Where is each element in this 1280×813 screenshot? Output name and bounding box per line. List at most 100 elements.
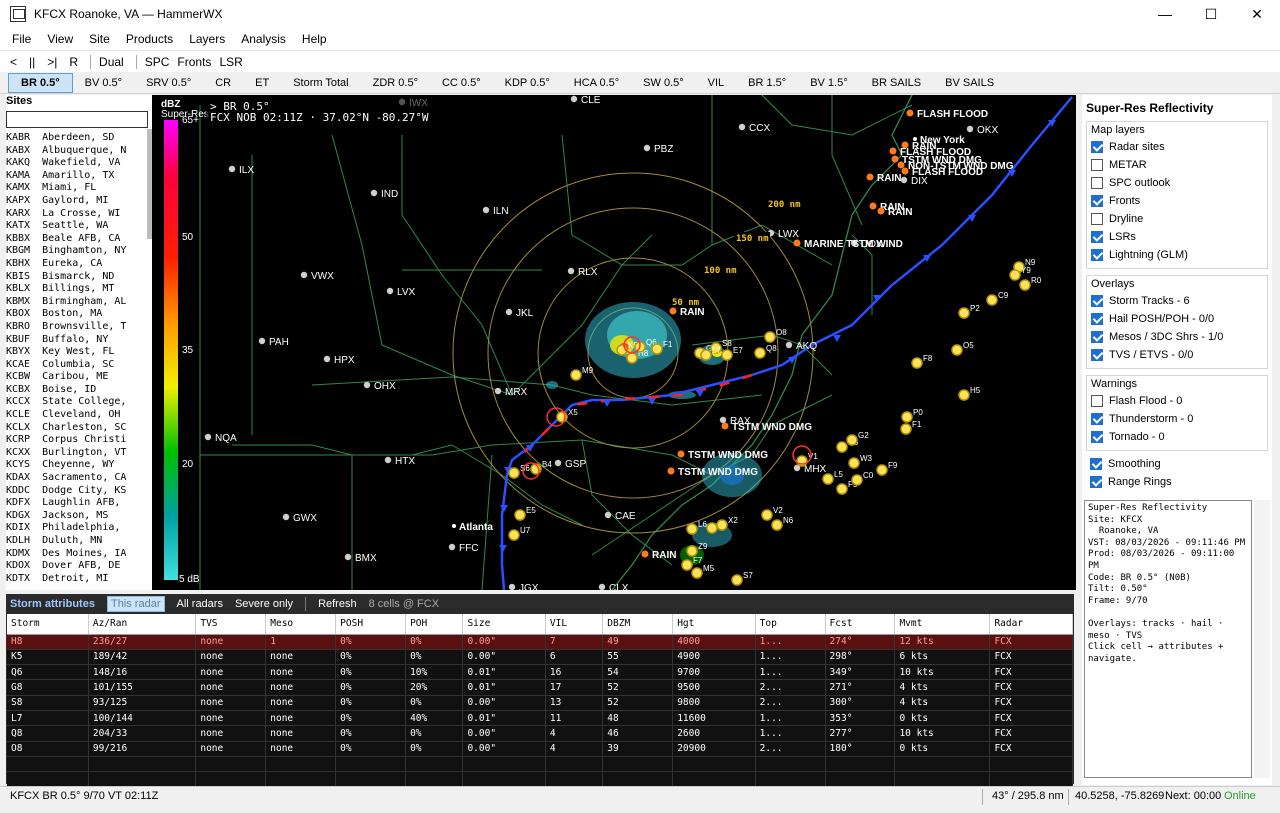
site-list-item[interactable]: KBIS Bismarck, ND [6,271,152,284]
column-header[interactable]: DBZM [602,614,674,635]
checkbox-box[interactable] [1091,313,1103,325]
storm-cell-marker[interactable] [691,567,703,579]
site-list-item[interactable]: KABX Albuquerque, N [6,145,152,158]
radar-site-marker[interactable] [204,433,212,441]
layer-checkbox[interactable]: Flash Flood - 0 [1091,392,1263,410]
info-scrollbar[interactable] [1254,500,1270,778]
layer-checkbox[interactable]: Tornado - 0 [1091,428,1263,446]
storm-cell-marker[interactable] [754,347,766,359]
site-list-item[interactable]: KAPX Gaylord, MI [6,195,152,208]
column-header[interactable]: POH [405,614,464,635]
site-list-item[interactable]: KABR Aberdeen, SD [6,132,152,145]
checkbox-box[interactable] [1091,413,1103,425]
storm-cell-marker[interactable] [570,369,582,381]
layer-checkbox[interactable]: LSRs [1091,228,1263,246]
range-rings-checkbox-box[interactable] [1090,476,1102,488]
layer-checkbox[interactable]: METAR [1091,156,1263,174]
layer-checkbox[interactable]: Lightning (GLM) [1091,246,1263,264]
storm-cell-marker[interactable] [626,352,638,364]
radar-site-marker[interactable] [228,165,236,173]
site-list-item[interactable]: KCBX Boise, ID [6,384,152,397]
radar-site-marker[interactable] [570,95,578,103]
column-header[interactable]: Size [462,614,546,635]
menu-view[interactable]: View [47,32,73,46]
site-list-item[interactable]: KCBW Caribou, ME [6,371,152,384]
layer-checkbox[interactable]: Hail POSH/POH - 0/0 [1091,310,1263,328]
lsr-marker[interactable] [866,173,874,181]
site-list-item[interactable]: KCLX Charleston, SC [6,422,152,435]
storm-cell-marker[interactable] [700,349,712,361]
column-header[interactable]: Storm [7,614,89,635]
checkbox-box[interactable] [1091,195,1103,207]
site-list-item[interactable]: KBBX Beale AFB, CA [6,233,152,246]
product-tab[interactable]: BR 1.5° [736,73,798,93]
site-list-item[interactable]: KDOX Dover AFB, DE [6,560,152,573]
checkbox-box[interactable] [1091,213,1103,225]
storm-cell-marker[interactable] [848,457,860,469]
storm-cell-marker[interactable] [836,483,848,495]
radar-site-marker[interactable] [508,583,516,590]
checkbox-box[interactable] [1091,395,1103,407]
site-list-item[interactable]: KBRO Brownsville, T [6,321,152,334]
storm-cell-marker[interactable] [508,467,520,479]
site-list-item[interactable]: KDAX Sacramento, CA [6,472,152,485]
site-search-input[interactable] [6,111,148,128]
column-header[interactable]: POSH [335,614,407,635]
product-tab[interactable]: BR 0.5° [8,72,73,93]
this-radar-button[interactable]: This radar [106,596,165,612]
site-list-item[interactable]: KAKQ Wakefield, VA [6,157,152,170]
storm-cell-marker[interactable] [764,331,776,343]
storm-cell-marker[interactable] [851,474,863,486]
layer-checkbox[interactable]: Mesos / 3DC Shrs - 1/0 [1091,328,1263,346]
radar-site-marker[interactable] [384,456,392,464]
checkbox-box[interactable] [1091,349,1103,361]
lsr-marker[interactable] [897,161,905,169]
radar-site-marker[interactable] [494,387,502,395]
site-list-item[interactable]: KBMX Birmingham, AL [6,296,152,309]
column-header[interactable]: Hgt [672,614,756,635]
lsr-marker[interactable] [667,467,675,475]
storm-cell-marker[interactable] [721,349,733,361]
site-list-item[interactable]: KDTX Detroit, MI [6,573,152,586]
site-list-item[interactable]: KDGX Jackson, MS [6,510,152,523]
fronts-button[interactable]: Fronts [177,55,211,69]
lsr-marker[interactable] [793,239,801,247]
radar-site-marker[interactable] [719,416,727,424]
radar-site-marker[interactable] [448,543,456,551]
checkbox-box[interactable] [1091,231,1103,243]
radar-site-marker[interactable] [785,341,793,349]
table-row[interactable]: L7 100/144 none none 0% 40% 0.01" 11 48 11600 1...… [7,710,1073,727]
storm-cell-marker[interactable] [1019,279,1031,291]
product-tab[interactable]: BV SAILS [933,73,1006,93]
menu-help[interactable]: Help [302,32,327,46]
storm-cell-marker[interactable] [876,464,888,476]
site-list-item[interactable]: KDDC Dodge City, KS [6,485,152,498]
close-button[interactable]: ✕ [1234,0,1280,28]
site-list-item[interactable]: KDIX Philadelphia, [6,522,152,535]
severe-only-button[interactable]: Severe only [235,598,293,610]
layer-checkbox[interactable]: Thunderstorm - 0 [1091,410,1263,428]
table-row[interactable]: Q8 204/33 none none 0% 0% 0.00" 4 46 2600 1... 277°… [7,725,1073,742]
column-header[interactable]: Meso [265,614,337,635]
lsr-marker[interactable] [889,147,897,155]
storm-cell-marker[interactable] [1009,269,1021,281]
storm-cell-marker[interactable] [686,545,698,557]
site-list-item[interactable]: KBHX Eureka, CA [6,258,152,271]
storm-cell-marker[interactable] [681,559,693,571]
radar-site-marker[interactable] [344,553,352,561]
radar-site-marker[interactable] [505,308,513,316]
radar-site-marker[interactable] [363,381,371,389]
radar-site-marker[interactable] [643,144,651,152]
site-list-item[interactable]: KCCX State College, [6,396,152,409]
site-list-item[interactable]: KAMA Amarillo, TX [6,170,152,183]
smoothing-checkbox[interactable]: Smoothing [1090,455,1272,473]
range-rings-checkbox[interactable]: Range Rings [1090,473,1272,491]
lsr-marker[interactable] [669,307,677,315]
refresh-button[interactable]: Refresh [318,598,357,610]
menu-layers[interactable]: Layers [189,32,225,46]
product-tab[interactable]: BV 1.5° [798,73,859,93]
column-header[interactable]: Radar [989,614,1073,635]
site-list-item[interactable]: KCYS Cheyenne, WY [6,459,152,472]
layer-checkbox[interactable]: TVS / ETVS - 0/0 [1091,346,1263,364]
storm-cell-marker[interactable] [900,423,912,435]
